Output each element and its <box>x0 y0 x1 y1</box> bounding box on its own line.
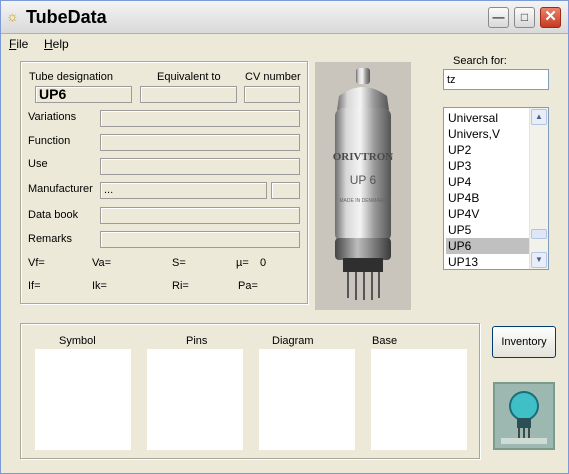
tube-logo-image <box>493 382 555 450</box>
list-scrollbar[interactable]: ▲ ▼ <box>529 108 548 269</box>
use-field[interactable] <box>100 158 300 175</box>
tube-type-text: UP 6 <box>350 173 377 187</box>
menu-bar: File Help <box>1 34 568 54</box>
chevron-down-icon: ▼ <box>535 255 543 264</box>
title-bar[interactable]: ☼ TubeData — □ ✕ <box>1 1 568 34</box>
symbol-label: Symbol <box>59 335 96 347</box>
remarks-label: Remarks <box>28 233 73 245</box>
chevron-up-icon: ▲ <box>535 112 543 121</box>
variations-label: Variations <box>28 111 77 123</box>
tube-brand-text: ORIVTRON <box>333 151 394 163</box>
va-label: Va= <box>92 257 112 269</box>
close-icon: ✕ <box>544 8 557 25</box>
tube-list[interactable]: Universal Univers,V UP2 UP3 UP4 UP4B UP4… <box>443 107 549 270</box>
data-book-label: Data book <box>28 209 79 221</box>
scroll-down-button[interactable]: ▼ <box>531 252 547 268</box>
search-input[interactable] <box>443 69 549 90</box>
search-label: Search for: <box>453 55 507 67</box>
pa-label: Pa= <box>238 280 258 292</box>
list-item[interactable]: UP4V <box>446 206 532 222</box>
function-field[interactable] <box>100 134 300 151</box>
function-label: Function <box>28 135 71 147</box>
ri-label: Ri= <box>172 280 189 292</box>
cv-number-label: CV number <box>245 71 301 83</box>
tube-designation-field[interactable]: UP6 <box>35 86 132 103</box>
data-book-field[interactable] <box>100 207 300 224</box>
list-item[interactable]: UP13 <box>446 254 532 269</box>
equivalent-label: Equivalent to <box>157 71 221 83</box>
list-item[interactable]: UP5 <box>446 222 532 238</box>
remarks-field[interactable] <box>100 231 300 248</box>
symbol-image <box>35 349 131 450</box>
tube-designation-label: Tube designation <box>29 71 113 83</box>
if-label: If= <box>28 280 41 292</box>
list-item[interactable]: UP3 <box>446 158 532 174</box>
manufacturer-field[interactable]: ... <box>100 182 267 199</box>
maximize-button[interactable]: □ <box>514 7 535 28</box>
lightbulb-icon: ☼ <box>6 8 19 24</box>
mu-value: 0 <box>260 257 267 269</box>
inventory-button[interactable]: Inventory <box>492 326 556 358</box>
ik-label: Ik= <box>92 280 107 292</box>
diagram-label: Diagram <box>272 335 314 347</box>
list-item[interactable]: Univers,V <box>446 126 532 142</box>
manufacturer-label: Manufacturer <box>28 183 93 195</box>
mu-label: µ= <box>236 257 249 269</box>
pins-image <box>147 349 243 450</box>
menu-file[interactable]: File <box>9 37 28 51</box>
pins-label: Pins <box>186 335 208 347</box>
app-window: ☼ TubeData — □ ✕ File Help Tube designat… <box>0 0 569 474</box>
tube-photo: ORIVTRON UP 6 MADE IN DENMARK <box>315 62 411 310</box>
base-label: Base <box>372 335 398 347</box>
use-label: Use <box>28 158 48 170</box>
s-label: S= <box>172 257 186 269</box>
minimize-icon: — <box>492 10 505 24</box>
menu-help[interactable]: Help <box>44 37 69 51</box>
vf-label: Vf= <box>28 257 45 269</box>
list-item[interactable]: UP2 <box>446 142 532 158</box>
diagram-image <box>259 349 355 450</box>
list-item[interactable]: UP4 <box>446 174 532 190</box>
equivalent-field[interactable] <box>140 86 237 103</box>
tube-origin-text: MADE IN DENMARK <box>339 198 387 204</box>
list-item-selected[interactable]: UP6 <box>446 238 532 254</box>
close-button[interactable]: ✕ <box>540 7 561 28</box>
base-image <box>371 349 467 450</box>
scroll-up-button[interactable]: ▲ <box>531 109 547 125</box>
scroll-thumb[interactable] <box>531 229 547 239</box>
list-item[interactable]: Universal <box>446 110 532 126</box>
list-item[interactable]: UP4B <box>446 190 532 206</box>
window-title: TubeData <box>26 7 107 27</box>
variations-field[interactable] <box>100 110 300 127</box>
maximize-icon: □ <box>520 10 529 24</box>
minimize-button[interactable]: — <box>488 7 509 28</box>
cv-number-field[interactable] <box>244 86 300 103</box>
manufacturer-code-field[interactable] <box>271 182 300 199</box>
